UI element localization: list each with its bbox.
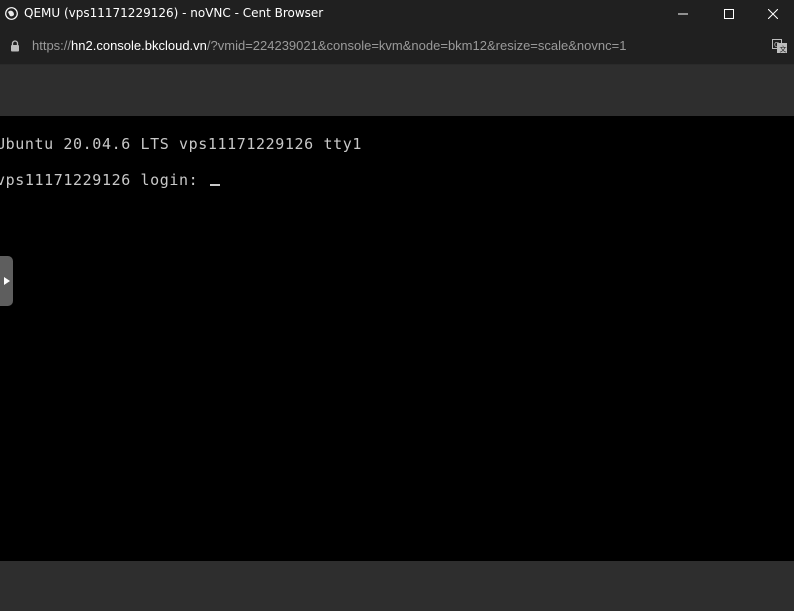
title-bar[interactable]: QEMU (vps11171229126) - noVNC - Cent Bro… [0,0,794,28]
vnc-console-screen[interactable]: Ubuntu 20.04.6 LTS vps11171229126 tty1 v… [0,116,794,561]
globe-icon [5,7,18,20]
address-bar[interactable]: https://hn2.console.bkcloud.vn/?vmid=224… [0,28,794,65]
url-scheme: https:// [32,38,72,53]
minimize-button[interactable] [660,0,706,28]
console-login-line: vps11171229126 login: [0,171,220,189]
maximize-button[interactable] [706,0,752,28]
url-path: /?vmid=224239021&console=kvm&node=bkm12&… [206,38,627,53]
console-banner-line: Ubuntu 20.04.6 LTS vps11171229126 tty1 [0,135,362,153]
svg-text:文: 文 [780,45,787,54]
maximize-icon [724,9,734,19]
url-field[interactable]: https://hn2.console.bkcloud.vn/?vmid=224… [32,38,626,53]
caret-right-icon [3,277,10,285]
browser-window: QEMU (vps11171229126) - noVNC - Cent Bro… [0,0,794,611]
close-button[interactable] [752,0,794,28]
novnc-control-bar-handle[interactable] [0,256,13,306]
login-prompt: vps11171229126 login: [0,171,208,189]
novnc-top-area [0,65,794,116]
close-icon [768,9,778,19]
url-host: hn2.console.bkcloud.vn [71,38,207,53]
text-cursor [209,184,220,186]
window-title: QEMU (vps11171229126) - noVNC - Cent Bro… [24,6,324,20]
lock-icon[interactable] [10,40,20,52]
minimize-icon [678,13,688,15]
translate-icon[interactable]: G 文 [772,39,787,53]
novnc-bottom-area [0,561,794,611]
